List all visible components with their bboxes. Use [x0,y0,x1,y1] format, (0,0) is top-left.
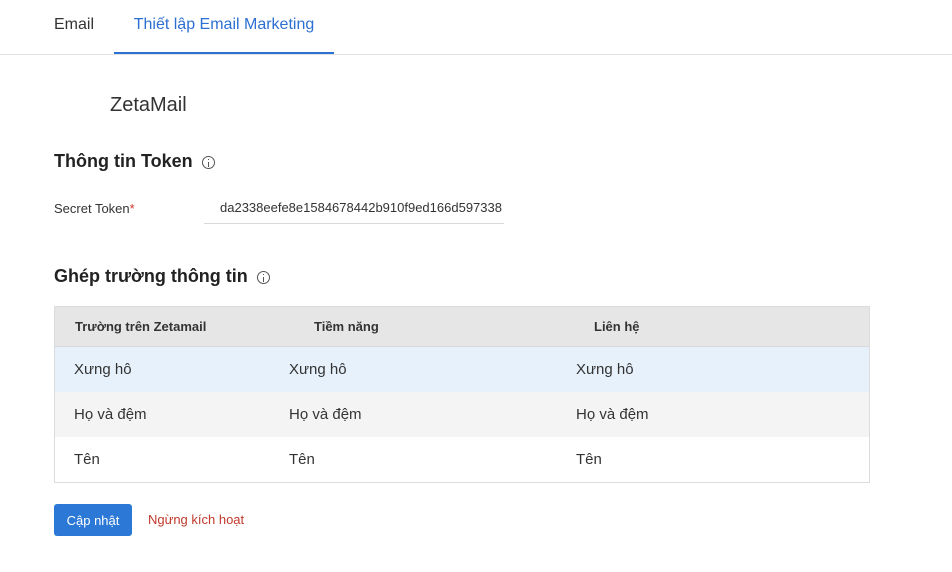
info-circle-icon[interactable] [201,156,215,169]
table-cell: Họ và đệm [74,406,147,423]
mapping-section-title: Ghép trường thông tin [54,266,270,287]
update-button[interactable]: Cập nhật [54,504,132,536]
table-header: Trường trên Zetamail Tiềm năng Liên hệ [55,307,869,347]
token-section-title: Thông tin Token [54,151,215,172]
table-cell[interactable]: Họ và đệm [576,392,649,437]
table-cell[interactable]: Tên [576,437,602,482]
column-header-contact: Liên hệ [594,319,640,334]
secret-token-label: Secret Token* [54,201,135,216]
tab-email[interactable]: Email [54,0,94,52]
tab-bar: Email Thiết lập Email Marketing [0,0,952,55]
table-cell[interactable]: Xưng hô [289,347,347,392]
required-mark: * [129,201,135,216]
column-header-lead: Tiềm năng [314,319,379,334]
provider-name: ZetaMail [110,94,187,116]
tab-email-marketing-settings[interactable]: Thiết lập Email Marketing [114,0,334,54]
table-cell[interactable]: Xưng hô [576,347,634,392]
table-row[interactable]: Tên Tên Tên [55,437,869,482]
table-cell: Xưng hô [74,361,132,378]
deactivate-link[interactable]: Ngừng kích hoạt [148,512,244,527]
secret-token-label-text: Secret Token [54,201,130,216]
table-cell[interactable]: Họ và đệm [289,392,362,437]
column-header-zetamail-field: Trường trên Zetamail [75,319,207,334]
field-mapping-table: Trường trên Zetamail Tiềm năng Liên hệ X… [54,306,870,483]
table-cell[interactable]: Tên [289,437,315,482]
token-section-title-text: Thông tin Token [54,151,193,171]
table-cell: Tên [74,451,100,468]
table-row[interactable]: Xưng hô Xưng hô Xưng hô [55,347,869,392]
mapping-section-title-text: Ghép trường thông tin [54,266,248,286]
info-circle-icon[interactable] [256,271,270,284]
table-row[interactable]: Họ và đệm Họ và đệm Họ và đệm [55,392,869,437]
secret-token-input[interactable] [204,192,504,224]
